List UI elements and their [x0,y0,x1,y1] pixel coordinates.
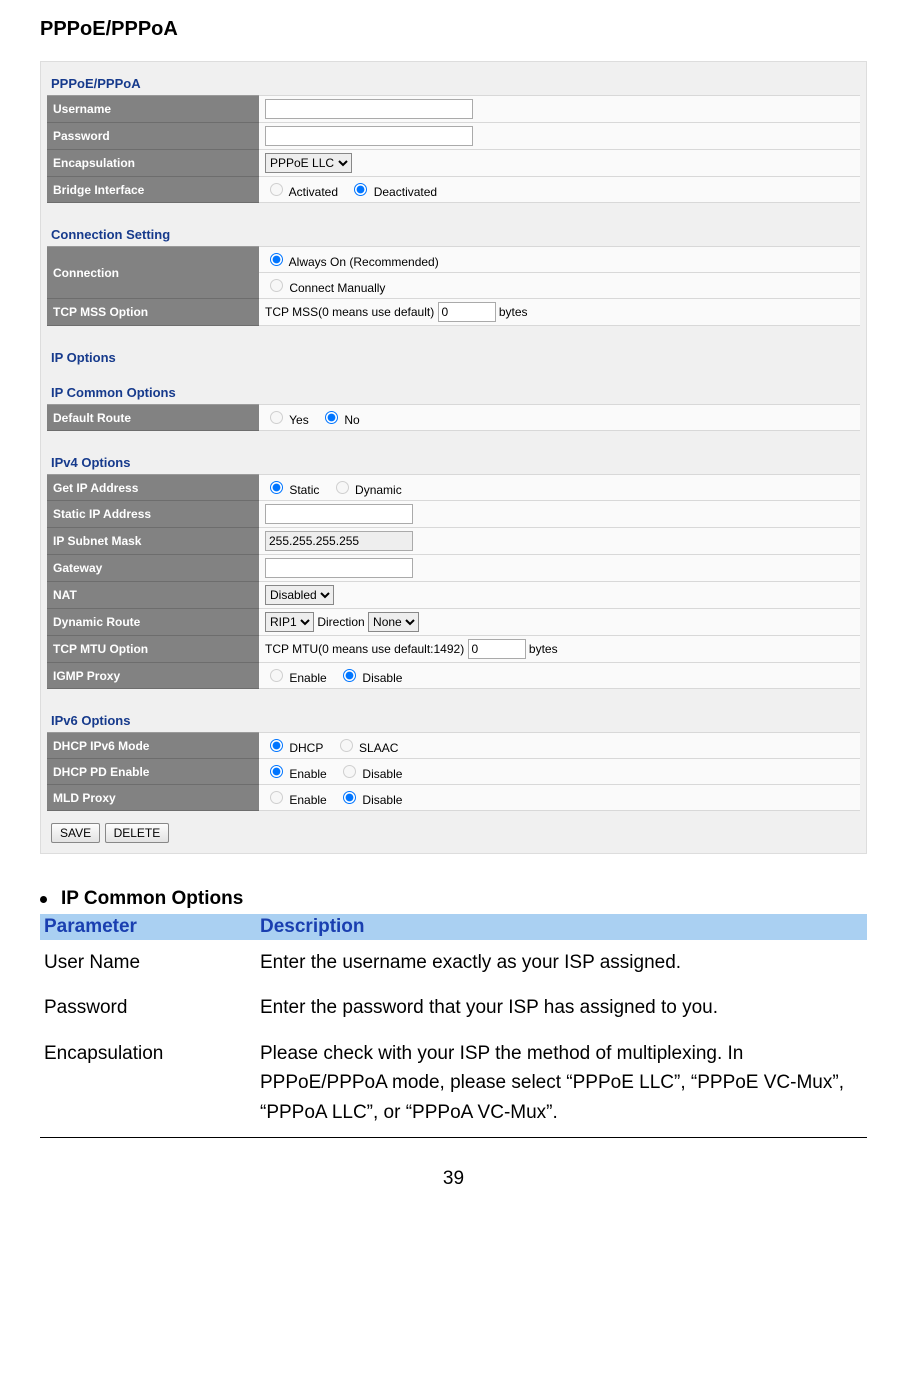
label-pd: DHCP PD Enable [47,759,259,785]
section-conn-title: Connection Setting [47,219,860,246]
page-number: 39 [40,1168,867,1190]
tcpmss-input[interactable] [438,302,496,322]
dynroute-rip-select[interactable]: RIP1 [265,612,314,632]
staticip-input[interactable] [265,504,413,524]
label-mtu: TCP MTU Option [47,636,259,663]
mtu-suffix: bytes [529,642,558,656]
desc-param: Password [40,985,256,1030]
label-mld: MLD Proxy [47,785,259,811]
conn-always-radio[interactable] [270,253,283,266]
section-pppoe-title: PPPoE/PPPoA [47,68,860,95]
desc-th-desc: Description [256,914,867,940]
dynroute-dir-select[interactable]: None [368,612,419,632]
encapsulation-select[interactable]: PPPoE LLC [265,153,352,173]
bridge-activated-radio[interactable] [270,183,283,196]
gateway-input[interactable] [265,558,413,578]
label-dhcpmode: DHCP IPv6 Mode [47,733,259,759]
desc-row: Password Enter the password that your IS… [40,985,867,1030]
tcpmss-suffix: bytes [499,305,528,319]
bridge-deactivated-label: Deactivated [374,185,437,199]
label-bridge: Bridge Interface [47,177,259,203]
mld-enable-radio[interactable] [270,791,283,804]
igmp-enable-radio[interactable] [270,669,283,682]
bullet-icon [40,896,47,903]
dhcpmode-dhcp-label: DHCP [289,741,323,755]
page-title: PPPoE/PPPoA [40,18,867,41]
desc-text: Please check with your ISP the method of… [256,1031,867,1135]
pd-enable-radio[interactable] [270,765,283,778]
getip-static-radio[interactable] [270,481,283,494]
getip-dynamic-label: Dynamic [355,483,402,497]
dhcpmode-slaac-radio[interactable] [340,739,353,752]
desc-row: User Name Enter the username exactly as … [40,940,867,985]
bridge-activated-label: Activated [289,185,338,199]
label-password: Password [47,123,259,150]
mld-disable-radio[interactable] [343,791,356,804]
label-dynroute: Dynamic Route [47,609,259,636]
section-ipoptions-title: IP Options [47,342,860,369]
igmp-disable-label: Disable [362,671,402,685]
desc-heading-text: IP Common Options [61,888,243,910]
label-connection: Connection [47,247,259,299]
label-encapsulation: Encapsulation [47,150,259,177]
desc-param: User Name [40,940,256,985]
dhcpmode-dhcp-radio[interactable] [270,739,283,752]
mld-enable-label: Enable [289,793,326,807]
desc-heading: IP Common Options [40,888,867,910]
getip-static-label: Static [289,483,319,497]
desc-th-param: Parameter [40,914,256,940]
label-subnet: IP Subnet Mask [47,528,259,555]
direction-label: Direction [317,615,364,629]
nat-select[interactable]: Disabled [265,585,334,605]
defroute-yes-label: Yes [289,413,309,427]
section-ipcommon-title: IP Common Options [47,377,860,404]
section-ipv6-title: IPv6 Options [47,705,860,732]
label-staticip: Static IP Address [47,501,259,528]
conn-manual-label: Connect Manually [289,281,385,295]
getip-dynamic-radio[interactable] [336,481,349,494]
label-nat: NAT [47,582,259,609]
mtu-input[interactable] [468,639,526,659]
desc-row: Encapsulation Please check with your ISP… [40,1031,867,1135]
label-gateway: Gateway [47,555,259,582]
desc-text: Enter the password that your ISP has ass… [256,985,867,1030]
config-panel: PPPoE/PPPoA Username Password Encapsulat… [40,61,867,854]
subnet-input[interactable] [265,531,413,551]
igmp-enable-label: Enable [289,671,326,685]
defroute-no-label: No [344,413,359,427]
mtu-prefix: TCP MTU(0 means use default:1492) [265,642,464,656]
conn-manual-radio[interactable] [270,279,283,292]
save-button[interactable]: SAVE [51,823,100,843]
label-getip: Get IP Address [47,475,259,501]
mld-disable-label: Disable [362,793,402,807]
tcpmss-prefix: TCP MSS(0 means use default) [265,305,434,319]
delete-button[interactable]: DELETE [105,823,170,843]
label-igmp: IGMP Proxy [47,663,259,689]
desc-param: Encapsulation [40,1031,256,1135]
igmp-disable-radio[interactable] [343,669,356,682]
conn-always-label: Always On (Recommended) [289,255,439,269]
label-defroute: Default Route [47,405,259,431]
pd-enable-label: Enable [289,767,326,781]
label-tcpmss: TCP MSS Option [47,299,259,326]
dhcpmode-slaac-label: SLAAC [359,741,398,755]
section-ipv4-title: IPv4 Options [47,447,860,474]
pd-disable-radio[interactable] [343,765,356,778]
bridge-deactivated-radio[interactable] [354,183,367,196]
defroute-yes-radio[interactable] [270,411,283,424]
label-username: Username [47,96,259,123]
defroute-no-radio[interactable] [325,411,338,424]
username-input[interactable] [265,99,473,119]
password-input[interactable] [265,126,473,146]
desc-text: Enter the username exactly as your ISP a… [256,940,867,985]
pd-disable-label: Disable [362,767,402,781]
